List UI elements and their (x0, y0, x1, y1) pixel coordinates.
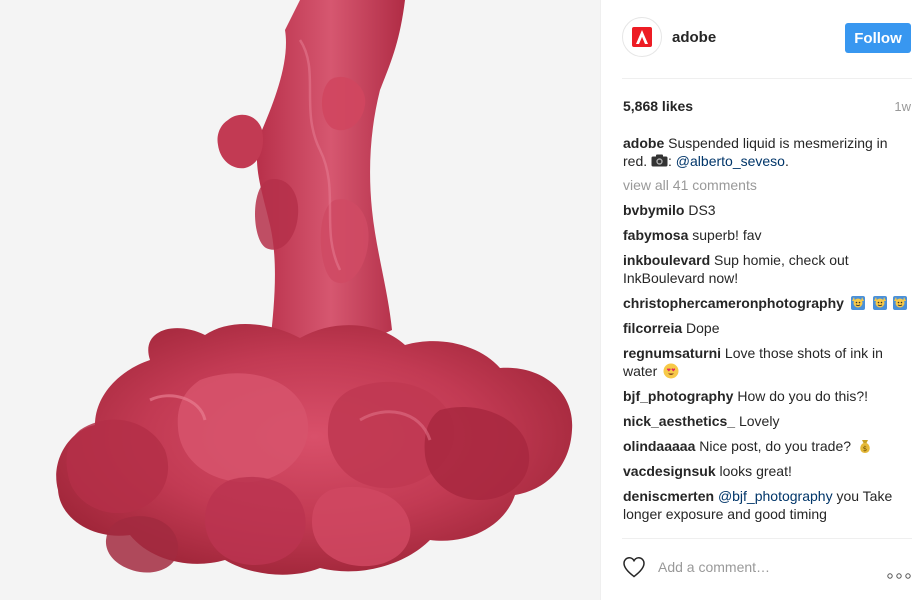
likes-count[interactable]: 5,868 likes (623, 98, 693, 114)
comment-text: Lovely (738, 413, 780, 429)
svg-text:$: $ (863, 445, 867, 453)
list-item: regnumsaturni Love those shots of ink in… (623, 344, 913, 380)
comment-username[interactable]: regnumsaturni (623, 345, 721, 361)
follow-button[interactable]: Follow (845, 23, 911, 53)
post-photo[interactable] (0, 0, 600, 600)
camera-emoji-icon (651, 153, 668, 167)
post-author-username[interactable]: adobe (672, 29, 716, 46)
comment-mention[interactable]: @bjf_photography (718, 488, 833, 504)
comment-username[interactable]: filcorreia (623, 320, 682, 336)
list-item: fabymosa superb! fav (623, 226, 913, 244)
list-item: deniscmerten @bjf_photography you Take l… (623, 487, 913, 523)
comment-text: DS3 (688, 202, 716, 218)
comment-text: looks great! (719, 463, 792, 479)
list-item: christophercameronphotography (623, 294, 913, 312)
caption-mention[interactable]: @alberto_seveso (676, 153, 785, 169)
comment-username[interactable]: christophercameronphotography (623, 295, 844, 311)
raised-hands-emoji-icon (892, 295, 908, 311)
comment-text: superb! fav (692, 227, 762, 243)
list-item: bjf_photography How do you do this?! (623, 387, 913, 405)
comment-username[interactable]: olindaaaaa (623, 438, 695, 454)
comment-username[interactable]: vacdesignsuk (623, 463, 716, 479)
post-sidebar: adobe Follow 5,868 likes 1w adobe Suspen… (600, 0, 917, 600)
comment-username[interactable]: inkboulevard (623, 252, 710, 268)
comment-text: Nice post, do you trade? (699, 438, 852, 454)
comment-text: How do you do this?! (737, 388, 869, 404)
list-item: bvbymilo DS3 (623, 201, 913, 219)
adobe-logo-icon (632, 27, 652, 47)
divider (622, 78, 912, 79)
divider (622, 538, 912, 539)
comment-text: Dope (686, 320, 720, 336)
list-item: inkboulevard Sup homie, check out InkBou… (623, 251, 913, 287)
red-ink-in-water-image (0, 0, 600, 600)
view-all-comments-link[interactable]: view all 41 comments (623, 176, 913, 194)
comment-username[interactable]: nick_aesthetics_ (623, 413, 735, 429)
list-item: nick_aesthetics_ Lovely (623, 412, 913, 430)
heart-icon[interactable] (622, 556, 646, 578)
raised-hands-emoji-icon (850, 295, 866, 311)
post-time[interactable]: 1w (894, 99, 911, 114)
post-header: adobe Follow (622, 17, 912, 61)
comments-list[interactable]: adobe Suspended liquid is mesmerizing in… (623, 134, 913, 538)
list-item: vacdesignsuk looks great! (623, 462, 913, 480)
caption-separator: : (668, 153, 676, 169)
more-options-icon[interactable] (887, 566, 911, 579)
caption-username[interactable]: adobe (623, 135, 664, 151)
caption-end: . (784, 153, 789, 169)
add-comment-input[interactable] (658, 557, 868, 577)
money-bag-emoji-icon: $ (857, 438, 873, 454)
heart-eyes-emoji-icon (663, 363, 679, 379)
raised-hands-emoji-icon (872, 295, 888, 311)
comment-username[interactable]: fabymosa (623, 227, 688, 243)
comment-username[interactable]: deniscmerten (623, 488, 714, 504)
list-item: olindaaaaa Nice post, do you trade? $ (623, 437, 913, 455)
avatar[interactable] (622, 17, 662, 57)
likes-row: 5,868 likes 1w (623, 98, 911, 116)
comment-username[interactable]: bjf_photography (623, 388, 733, 404)
caption: adobe Suspended liquid is mesmerizing in… (623, 134, 913, 170)
list-item: filcorreia Dope (623, 319, 913, 337)
comment-username[interactable]: bvbymilo (623, 202, 684, 218)
